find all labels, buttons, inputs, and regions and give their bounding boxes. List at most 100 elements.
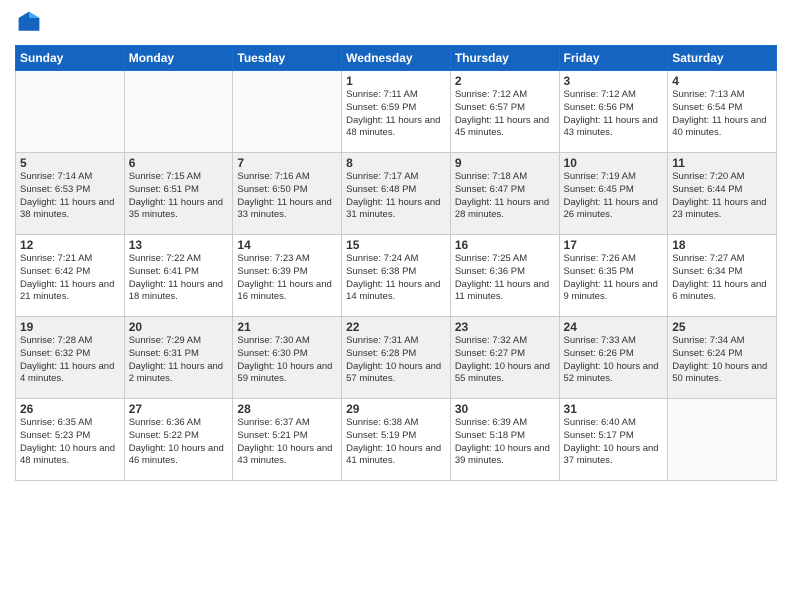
day-number: 12 [20, 238, 120, 252]
day-number: 1 [346, 74, 446, 88]
day-cell: 28Sunrise: 6:37 AM Sunset: 5:21 PM Dayli… [233, 399, 342, 481]
day-cell: 26Sunrise: 6:35 AM Sunset: 5:23 PM Dayli… [16, 399, 125, 481]
day-cell: 17Sunrise: 7:26 AM Sunset: 6:35 PM Dayli… [559, 235, 668, 317]
day-cell: 8Sunrise: 7:17 AM Sunset: 6:48 PM Daylig… [342, 153, 451, 235]
day-cell [124, 71, 233, 153]
day-number: 5 [20, 156, 120, 170]
week-row-3: 12Sunrise: 7:21 AM Sunset: 6:42 PM Dayli… [16, 235, 777, 317]
day-number: 8 [346, 156, 446, 170]
header [15, 10, 777, 39]
day-info: Sunrise: 7:12 AM Sunset: 6:57 PM Dayligh… [455, 89, 555, 140]
day-info: Sunrise: 6:35 AM Sunset: 5:23 PM Dayligh… [20, 417, 120, 468]
day-cell: 3Sunrise: 7:12 AM Sunset: 6:56 PM Daylig… [559, 71, 668, 153]
day-info: Sunrise: 6:38 AM Sunset: 5:19 PM Dayligh… [346, 417, 446, 468]
day-cell: 24Sunrise: 7:33 AM Sunset: 6:26 PM Dayli… [559, 317, 668, 399]
day-cell: 21Sunrise: 7:30 AM Sunset: 6:30 PM Dayli… [233, 317, 342, 399]
calendar-table: SundayMondayTuesdayWednesdayThursdayFrid… [15, 45, 777, 481]
day-cell: 6Sunrise: 7:15 AM Sunset: 6:51 PM Daylig… [124, 153, 233, 235]
day-info: Sunrise: 7:15 AM Sunset: 6:51 PM Dayligh… [129, 171, 229, 222]
day-info: Sunrise: 7:13 AM Sunset: 6:54 PM Dayligh… [672, 89, 772, 140]
day-number: 6 [129, 156, 229, 170]
day-info: Sunrise: 6:37 AM Sunset: 5:21 PM Dayligh… [237, 417, 337, 468]
day-number: 13 [129, 238, 229, 252]
day-info: Sunrise: 7:30 AM Sunset: 6:30 PM Dayligh… [237, 335, 337, 386]
day-number: 25 [672, 320, 772, 334]
day-info: Sunrise: 7:14 AM Sunset: 6:53 PM Dayligh… [20, 171, 120, 222]
day-number: 16 [455, 238, 555, 252]
day-number: 23 [455, 320, 555, 334]
day-number: 3 [564, 74, 664, 88]
day-cell: 14Sunrise: 7:23 AM Sunset: 6:39 PM Dayli… [233, 235, 342, 317]
day-cell: 2Sunrise: 7:12 AM Sunset: 6:57 PM Daylig… [450, 71, 559, 153]
day-cell: 12Sunrise: 7:21 AM Sunset: 6:42 PM Dayli… [16, 235, 125, 317]
day-number: 10 [564, 156, 664, 170]
day-number: 14 [237, 238, 337, 252]
day-number: 2 [455, 74, 555, 88]
day-info: Sunrise: 7:32 AM Sunset: 6:27 PM Dayligh… [455, 335, 555, 386]
week-row-2: 5Sunrise: 7:14 AM Sunset: 6:53 PM Daylig… [16, 153, 777, 235]
day-number: 31 [564, 402, 664, 416]
weekday-header-saturday: Saturday [668, 46, 777, 71]
day-cell: 29Sunrise: 6:38 AM Sunset: 5:19 PM Dayli… [342, 399, 451, 481]
day-info: Sunrise: 7:27 AM Sunset: 6:34 PM Dayligh… [672, 253, 772, 304]
day-cell [16, 71, 125, 153]
day-info: Sunrise: 7:12 AM Sunset: 6:56 PM Dayligh… [564, 89, 664, 140]
day-info: Sunrise: 7:18 AM Sunset: 6:47 PM Dayligh… [455, 171, 555, 222]
day-cell: 15Sunrise: 7:24 AM Sunset: 6:38 PM Dayli… [342, 235, 451, 317]
weekday-header-friday: Friday [559, 46, 668, 71]
day-number: 18 [672, 238, 772, 252]
weekday-header-wednesday: Wednesday [342, 46, 451, 71]
day-number: 17 [564, 238, 664, 252]
logo-icon [17, 10, 41, 34]
weekday-header-row: SundayMondayTuesdayWednesdayThursdayFrid… [16, 46, 777, 71]
day-info: Sunrise: 7:33 AM Sunset: 6:26 PM Dayligh… [564, 335, 664, 386]
day-number: 30 [455, 402, 555, 416]
day-info: Sunrise: 7:23 AM Sunset: 6:39 PM Dayligh… [237, 253, 337, 304]
day-cell [668, 399, 777, 481]
day-number: 29 [346, 402, 446, 416]
day-info: Sunrise: 7:34 AM Sunset: 6:24 PM Dayligh… [672, 335, 772, 386]
day-info: Sunrise: 7:11 AM Sunset: 6:59 PM Dayligh… [346, 89, 446, 140]
day-cell: 9Sunrise: 7:18 AM Sunset: 6:47 PM Daylig… [450, 153, 559, 235]
day-number: 24 [564, 320, 664, 334]
day-number: 21 [237, 320, 337, 334]
day-info: Sunrise: 7:21 AM Sunset: 6:42 PM Dayligh… [20, 253, 120, 304]
day-info: Sunrise: 6:39 AM Sunset: 5:18 PM Dayligh… [455, 417, 555, 468]
day-cell: 23Sunrise: 7:32 AM Sunset: 6:27 PM Dayli… [450, 317, 559, 399]
day-number: 22 [346, 320, 446, 334]
day-cell: 19Sunrise: 7:28 AM Sunset: 6:32 PM Dayli… [16, 317, 125, 399]
weekday-header-thursday: Thursday [450, 46, 559, 71]
week-row-4: 19Sunrise: 7:28 AM Sunset: 6:32 PM Dayli… [16, 317, 777, 399]
day-number: 15 [346, 238, 446, 252]
week-row-1: 1Sunrise: 7:11 AM Sunset: 6:59 PM Daylig… [16, 71, 777, 153]
week-row-5: 26Sunrise: 6:35 AM Sunset: 5:23 PM Dayli… [16, 399, 777, 481]
day-info: Sunrise: 7:31 AM Sunset: 6:28 PM Dayligh… [346, 335, 446, 386]
day-info: Sunrise: 7:17 AM Sunset: 6:48 PM Dayligh… [346, 171, 446, 222]
day-number: 20 [129, 320, 229, 334]
day-cell: 16Sunrise: 7:25 AM Sunset: 6:36 PM Dayli… [450, 235, 559, 317]
day-info: Sunrise: 7:25 AM Sunset: 6:36 PM Dayligh… [455, 253, 555, 304]
day-cell: 1Sunrise: 7:11 AM Sunset: 6:59 PM Daylig… [342, 71, 451, 153]
day-info: Sunrise: 7:24 AM Sunset: 6:38 PM Dayligh… [346, 253, 446, 304]
logo [15, 10, 43, 39]
day-cell: 4Sunrise: 7:13 AM Sunset: 6:54 PM Daylig… [668, 71, 777, 153]
day-number: 9 [455, 156, 555, 170]
day-info: Sunrise: 6:36 AM Sunset: 5:22 PM Dayligh… [129, 417, 229, 468]
day-number: 26 [20, 402, 120, 416]
day-number: 28 [237, 402, 337, 416]
day-cell: 22Sunrise: 7:31 AM Sunset: 6:28 PM Dayli… [342, 317, 451, 399]
day-cell: 27Sunrise: 6:36 AM Sunset: 5:22 PM Dayli… [124, 399, 233, 481]
day-number: 4 [672, 74, 772, 88]
day-info: Sunrise: 7:22 AM Sunset: 6:41 PM Dayligh… [129, 253, 229, 304]
day-info: Sunrise: 6:40 AM Sunset: 5:17 PM Dayligh… [564, 417, 664, 468]
day-number: 7 [237, 156, 337, 170]
day-info: Sunrise: 7:16 AM Sunset: 6:50 PM Dayligh… [237, 171, 337, 222]
day-number: 11 [672, 156, 772, 170]
day-cell: 30Sunrise: 6:39 AM Sunset: 5:18 PM Dayli… [450, 399, 559, 481]
page: SundayMondayTuesdayWednesdayThursdayFrid… [0, 0, 792, 612]
day-cell: 13Sunrise: 7:22 AM Sunset: 6:41 PM Dayli… [124, 235, 233, 317]
weekday-header-tuesday: Tuesday [233, 46, 342, 71]
day-number: 19 [20, 320, 120, 334]
weekday-header-sunday: Sunday [16, 46, 125, 71]
day-cell: 31Sunrise: 6:40 AM Sunset: 5:17 PM Dayli… [559, 399, 668, 481]
